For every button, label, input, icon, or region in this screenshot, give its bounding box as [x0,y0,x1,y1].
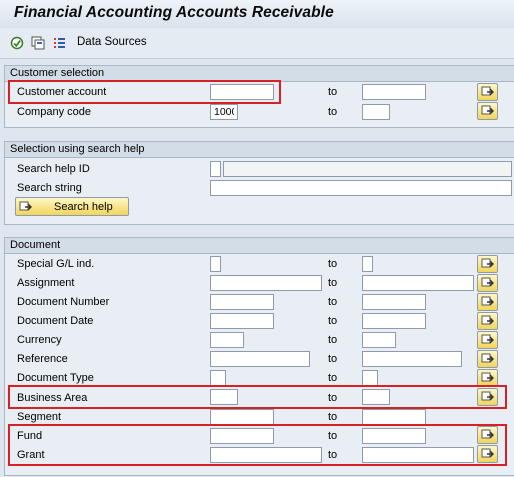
group-title: Customer selection [10,67,105,79]
search-help-id-input[interactable] [210,161,221,177]
document-type-multiple-selection-button[interactable] [477,369,498,387]
document-number-to-input[interactable] [362,294,426,310]
customer-account-from-input[interactable] [210,84,274,100]
company-code-to-input[interactable] [362,104,390,120]
assignment-multiple-selection-button[interactable] [477,274,498,292]
save-variant-icon[interactable] [31,36,45,50]
to-label: to [328,258,338,270]
currency-multiple-selection-button[interactable] [477,331,498,349]
grant-from-input[interactable] [210,447,322,463]
reference-to-input[interactable] [362,351,462,367]
fund-multiple-selection-button[interactable] [477,426,498,444]
document-number-from-input[interactable] [210,294,274,310]
to-label: to [328,106,338,118]
reference-multiple-selection-button[interactable] [477,350,498,368]
segment-to-input[interactable] [362,409,426,425]
group-title: Document [10,239,61,251]
document-number-multiple-selection-button[interactable] [477,293,498,311]
to-label: to [328,86,338,98]
special-gl-multiple-selection-button[interactable] [477,255,498,273]
document-date-multiple-selection-button[interactable] [477,312,498,330]
to-label: to [328,430,338,442]
fund-from-input[interactable] [210,428,274,444]
execute-icon[interactable] [10,36,24,50]
business-area-label: Business Area [17,392,88,404]
assignment-label: Assignment [17,277,75,289]
business-area-multiple-selection-button[interactable] [477,388,498,406]
document-type-label: Document Type [17,372,94,384]
search-help-button[interactable]: Search help [15,197,129,216]
to-label: to [328,353,338,365]
to-label: to [328,411,338,423]
currency-label: Currency [17,334,62,346]
document-type-from-input[interactable] [210,370,226,386]
company-code-from-input[interactable] [210,104,238,120]
special-gl-label: Special G/L ind. [17,258,95,270]
currency-to-input[interactable] [362,332,396,348]
special-gl-from-input[interactable] [210,256,221,272]
document-type-to-input[interactable] [362,370,378,386]
grant-to-input[interactable] [362,447,474,463]
currency-from-input[interactable] [210,332,244,348]
customer-account-to-input[interactable] [362,84,426,100]
business-area-to-input[interactable] [362,389,390,405]
segment-label: Segment [17,411,62,423]
multiple-selection-icon[interactable] [53,36,67,50]
special-gl-to-input[interactable] [362,256,373,272]
assignment-to-input[interactable] [362,275,474,291]
to-label: to [328,449,338,461]
arrow-right-icon [19,201,32,211]
search-string-label: Search string [17,182,82,194]
assignment-from-input[interactable] [210,275,322,291]
business-area-from-input[interactable] [210,389,238,405]
search-help-id-description [223,161,512,177]
to-label: to [328,334,338,346]
to-label: to [328,392,338,404]
search-string-input[interactable] [210,180,512,196]
to-label: to [328,277,338,289]
document-date-label: Document Date [17,315,94,327]
to-label: to [328,296,338,308]
group-title: Selection using search help [10,143,145,155]
document-date-to-input[interactable] [362,313,426,329]
to-label: to [328,372,338,384]
page-title: Financial Accounting Accounts Receivable [14,4,334,21]
document-date-from-input[interactable] [210,313,274,329]
company-code-label: Company code [17,106,91,118]
reference-from-input[interactable] [210,351,310,367]
search-help-id-label: Search help ID [17,163,90,175]
to-label: to [328,315,338,327]
customer-account-label: Customer account [17,86,107,98]
fund-label: Fund [17,430,43,442]
fund-to-input[interactable] [362,428,426,444]
data-sources-button[interactable]: Data Sources [77,36,147,48]
reference-label: Reference [17,353,68,365]
document-number-label: Document Number [17,296,110,308]
company-code-multiple-selection-button[interactable] [477,102,498,120]
segment-from-input[interactable] [210,409,274,425]
customer-account-multiple-selection-button[interactable] [477,83,498,101]
grant-multiple-selection-button[interactable] [477,445,498,463]
grant-label: Grant [17,449,45,461]
